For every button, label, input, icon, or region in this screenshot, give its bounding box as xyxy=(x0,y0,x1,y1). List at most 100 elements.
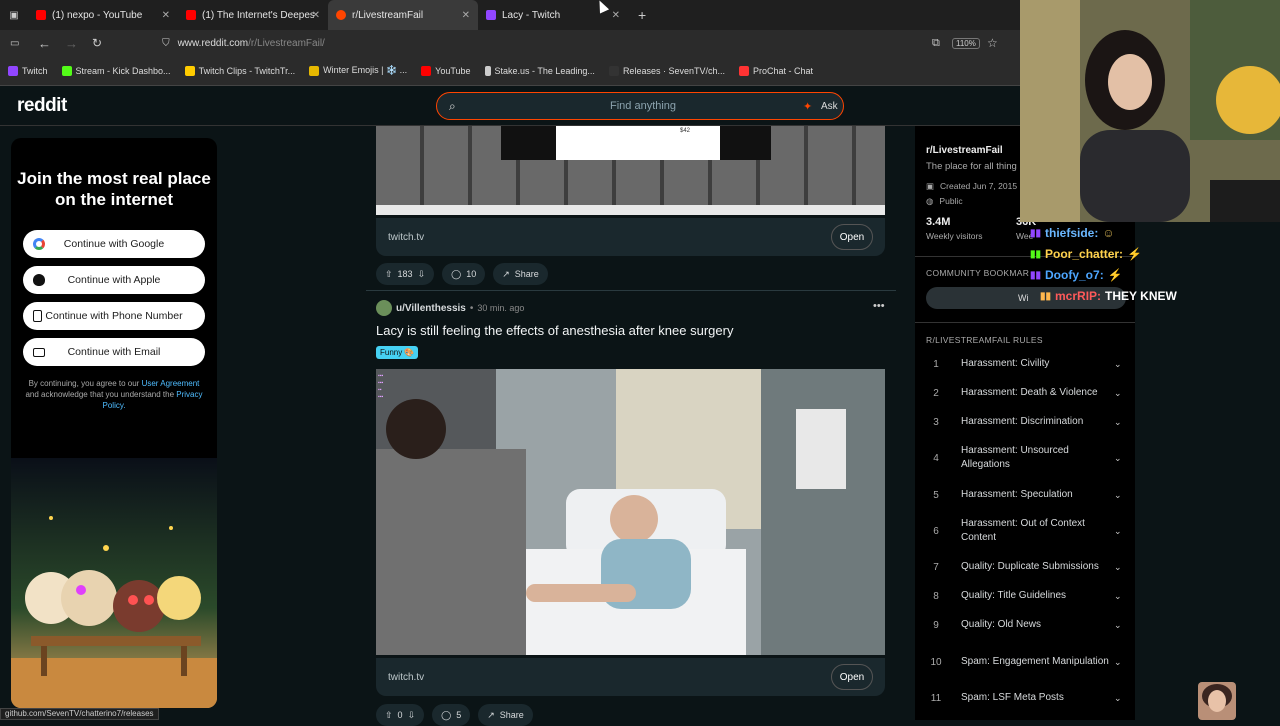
post2-overflow-menu[interactable]: ••• xyxy=(873,300,885,312)
post1-link-bar[interactable]: twitch.tv Open xyxy=(376,218,885,256)
continue-google-button[interactable]: Continue with Google xyxy=(23,230,205,258)
post1-link-domain[interactable]: twitch.tv xyxy=(388,232,424,243)
chat-user: Poor_chatter: xyxy=(1045,247,1123,261)
downvote-icon[interactable]: ⇩ xyxy=(408,710,416,721)
visibility-label: Public xyxy=(939,196,962,207)
post2-share-button[interactable]: ↗ Share xyxy=(478,704,533,726)
chevron-down-icon[interactable]: ⌄ xyxy=(1114,417,1126,428)
continue-apple-button[interactable]: Continue with Apple xyxy=(23,266,205,294)
cake-icon: ▣ xyxy=(926,181,934,192)
bookmark-twitch-clips[interactable]: Twitch Clips - TwitchTr... xyxy=(185,66,296,76)
post2-comments-button[interactable]: ◯ 5 xyxy=(432,704,470,726)
zoom-level[interactable]: 110% xyxy=(952,38,980,49)
chevron-down-icon[interactable]: ⌄ xyxy=(1114,657,1126,668)
post1-comments-button[interactable]: ◯ 10 xyxy=(442,263,485,285)
chevron-down-icon[interactable]: ⌄ xyxy=(1114,526,1126,537)
rule-number: 7 xyxy=(926,562,946,573)
post2-video-thumbnail[interactable]: ▪▪▪▪▪▪▪▪▪▪▪ xyxy=(376,369,885,655)
rule-item[interactable]: 6Harassment: Out of Context Content⌄ xyxy=(926,517,1126,545)
rule-title: Harassment: Speculation xyxy=(946,488,1114,502)
post2-link-domain[interactable]: twitch.tv xyxy=(388,672,424,683)
rule-item[interactable]: 4Harassment: Unsourced Allegations⌄ xyxy=(926,444,1126,472)
chevron-down-icon[interactable]: ⌄ xyxy=(1114,693,1126,704)
reddit-logo[interactable]: reddit xyxy=(17,95,67,117)
post2-flair[interactable]: Funny 🎨 xyxy=(376,346,418,359)
post1-preview-image[interactable]: $42 xyxy=(376,126,885,215)
rule-item[interactable]: 2Harassment: Death & Violence⌄ xyxy=(926,386,1126,400)
user-agreement-link[interactable]: User Agreement xyxy=(142,379,200,388)
search-input[interactable]: Find anything xyxy=(610,100,676,112)
chevron-down-icon[interactable]: ⌄ xyxy=(1114,490,1126,501)
rule-item[interactable]: 5Harassment: Speculation⌄ xyxy=(926,488,1126,502)
chevron-down-icon[interactable]: ⌄ xyxy=(1114,388,1126,399)
chevron-down-icon[interactable]: ⌄ xyxy=(1114,359,1126,370)
tab-actions-icon[interactable]: ▣ xyxy=(0,10,28,21)
new-tab-icon[interactable]: + xyxy=(638,7,646,23)
rule-item[interactable]: 8Quality: Title Guidelines⌄ xyxy=(926,589,1126,603)
button-label: Continue with Apple xyxy=(68,274,161,286)
reddit-header: reddit ⌕ Find anything ✦ Ask xyxy=(0,86,1020,126)
email-icon xyxy=(33,348,45,357)
bookmark-youtube[interactable]: YouTube xyxy=(421,66,470,76)
post1-vote: ⇧ 183 ⇩ xyxy=(376,263,434,285)
upvote-icon[interactable]: ⇧ xyxy=(385,710,393,721)
downvote-icon[interactable]: ⇩ xyxy=(418,269,426,280)
bookmark-prochat[interactable]: ProChat - Chat xyxy=(739,66,813,76)
post2-link-bar[interactable]: twitch.tv Open xyxy=(376,658,885,696)
bookmark-seventv[interactable]: Releases · SevenTV/ch... xyxy=(609,66,725,76)
post2-vote: ⇧ 0 ⇩ xyxy=(376,704,424,726)
rule-item[interactable]: 11Spam: LSF Meta Posts⌄ xyxy=(926,691,1126,705)
bookmark-kick[interactable]: Stream - Kick Dashbo... xyxy=(62,66,171,76)
chevron-down-icon[interactable]: ⌄ xyxy=(1114,620,1126,631)
post2-title[interactable]: Lacy is still feeling the effects of ane… xyxy=(376,323,733,338)
url-field[interactable]: www.reddit.com /r/LivestreamFail/ xyxy=(178,38,325,49)
bookmark-winter-emojis[interactable]: Winter Emojis | ❄️ ... xyxy=(309,65,407,76)
close-icon[interactable]: ✕ xyxy=(162,10,170,21)
preview-product: $42 xyxy=(556,126,720,160)
bookmark-star-icon[interactable]: ☆ xyxy=(987,36,998,50)
bookmark-stake[interactable]: Stake.us - The Leading... xyxy=(485,66,595,76)
upvote-icon[interactable]: ⇧ xyxy=(385,269,393,280)
search-bar[interactable]: ⌕ Find anything ✦ Ask xyxy=(436,92,844,120)
post1-open-button[interactable]: Open xyxy=(831,224,873,250)
chevron-down-icon[interactable]: ⌄ xyxy=(1114,562,1126,573)
chevron-down-icon[interactable]: ⌄ xyxy=(1114,591,1126,602)
close-icon[interactable]: ✕ xyxy=(612,10,620,21)
community-name[interactable]: r/LivestreamFail xyxy=(926,145,1003,156)
screenshot-icon[interactable]: ⧉ xyxy=(932,37,940,50)
continue-email-button[interactable]: Continue with Email xyxy=(23,338,205,366)
bookmark-twitch[interactable]: Twitch xyxy=(8,66,48,76)
close-icon[interactable]: ✕ xyxy=(462,10,470,21)
back-icon[interactable]: ← xyxy=(38,36,51,51)
post2-open-button[interactable]: Open xyxy=(831,664,873,690)
tab-reddit[interactable]: r/LivestreamFail ✕ xyxy=(328,0,478,30)
apple-icon xyxy=(33,274,45,286)
ask-button[interactable]: Ask xyxy=(821,101,838,112)
rule-item[interactable]: 1Harassment: Civility⌄ xyxy=(926,357,1126,371)
button-label: Continue with Google xyxy=(64,238,164,250)
stake-icon xyxy=(485,66,491,76)
close-icon[interactable]: ✕ xyxy=(312,10,320,21)
continue-phone-button[interactable]: Continue with Phone Number xyxy=(23,302,205,330)
webcam-overlay xyxy=(1020,0,1280,222)
rule-item[interactable]: 3Harassment: Discrimination⌄ xyxy=(926,415,1126,429)
bookmark-label: Winter Emojis | ❄️ ... xyxy=(323,65,407,76)
rule-item[interactable]: 9Quality: Old News⌄ xyxy=(926,618,1126,632)
created-date: Created Jun 7, 2015 xyxy=(940,181,1017,192)
ask-icon: ✦ xyxy=(803,100,812,113)
bookmark-label: Releases · SevenTV/ch... xyxy=(623,66,725,76)
reload-icon[interactable]: ↻ xyxy=(92,36,102,50)
post2-author[interactable]: u/Villenthessis xyxy=(396,303,466,314)
preview-taskbar xyxy=(376,205,885,215)
post1-share-button[interactable]: ↗ Share xyxy=(493,263,548,285)
tab-youtube-rabbit[interactable]: (1) The Internet's Deepest Rabb ✕ xyxy=(178,0,328,30)
sidebar-toggle-icon[interactable]: ▭ xyxy=(10,38,24,49)
tab-youtube-nexpo[interactable]: (1) nexpo - YouTube ✕ xyxy=(28,0,178,30)
rule-item[interactable]: 10Spam: Engagement Manipulation⌄ xyxy=(926,648,1126,676)
site-info-icon[interactable]: ⛉ xyxy=(162,38,170,49)
forward-icon[interactable]: → xyxy=(65,36,78,51)
tab-label: (1) The Internet's Deepest Rabb xyxy=(202,10,314,21)
rule-item[interactable]: 7Quality: Duplicate Submissions⌄ xyxy=(926,560,1126,574)
chevron-down-icon[interactable]: ⌄ xyxy=(1114,453,1126,464)
author-avatar[interactable] xyxy=(376,300,392,316)
